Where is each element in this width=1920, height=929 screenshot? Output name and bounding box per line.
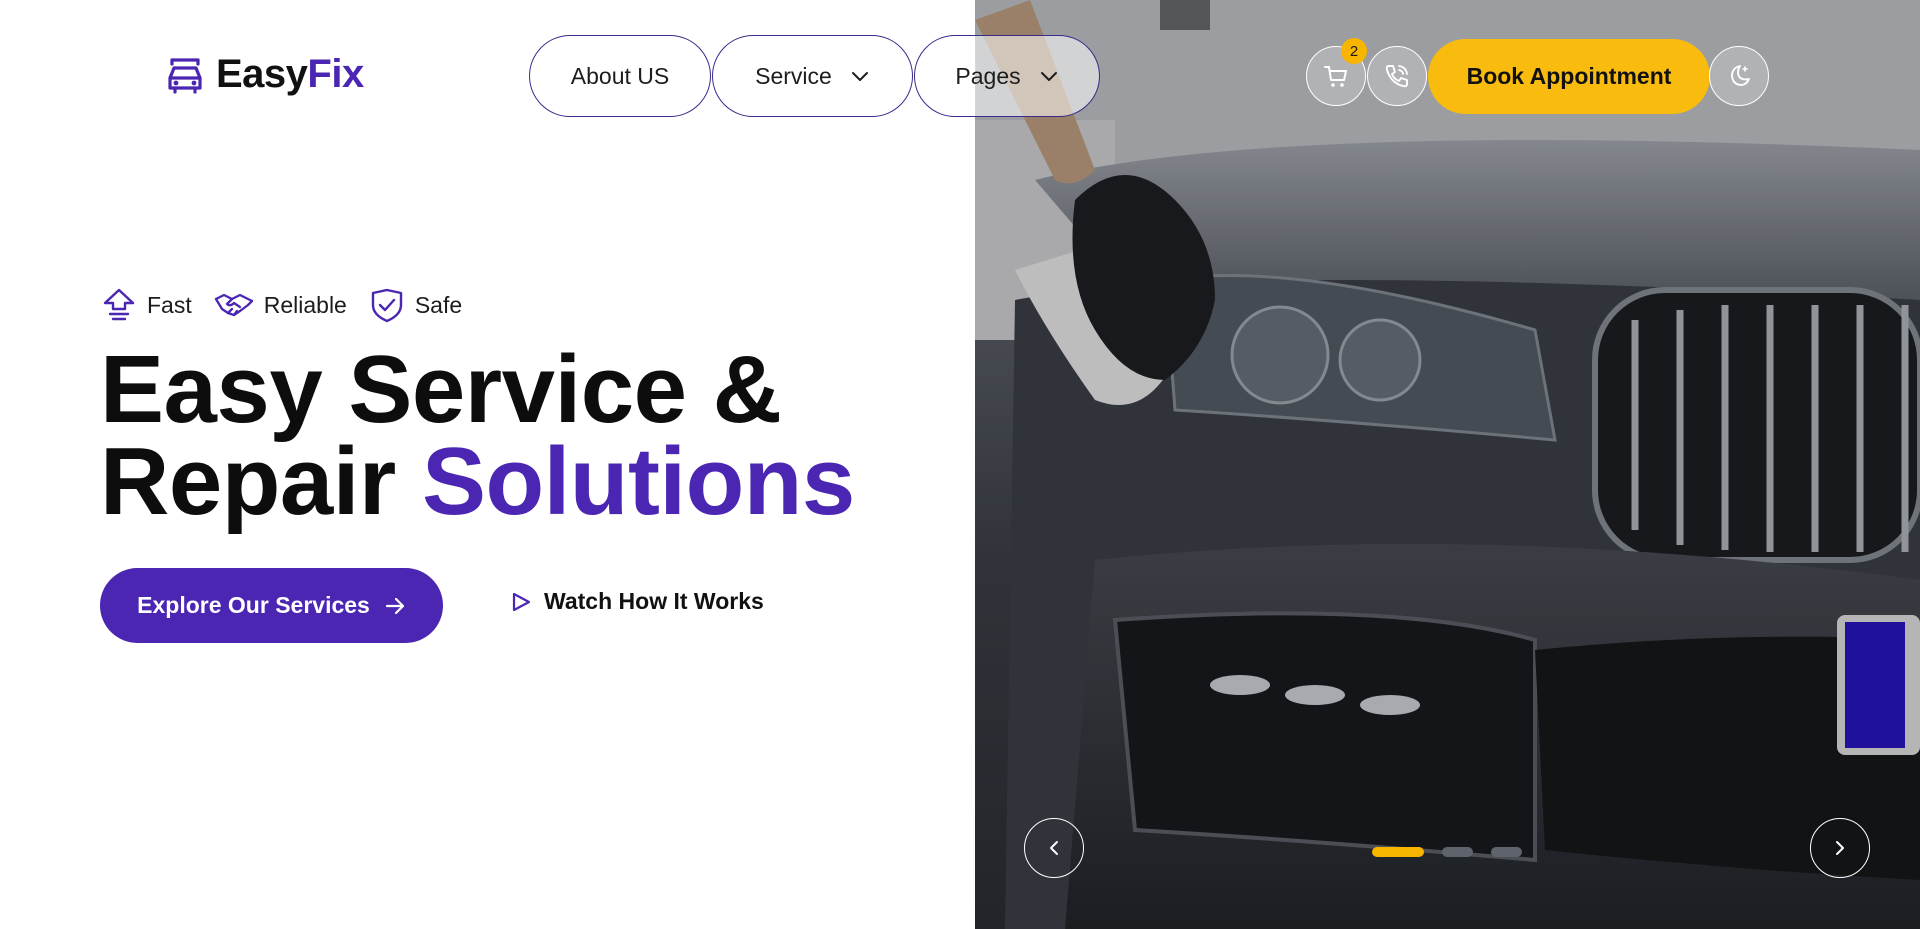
feature-list: Fast Reliable Safe: [101, 287, 462, 323]
slider-dots: [1372, 847, 1522, 857]
headline-line2-plain: Repair: [100, 428, 422, 535]
feature-fast-label: Fast: [147, 291, 192, 318]
moon-icon: [1731, 65, 1750, 86]
handshake-icon: [214, 293, 253, 317]
explore-services-label: Explore Our Services: [137, 592, 370, 618]
chevron-left-icon: [1050, 841, 1058, 855]
cart-icon: [1324, 66, 1347, 87]
chevron-down-icon: [851, 72, 868, 81]
nav-service-dropdown[interactable]: Service: [712, 35, 913, 117]
watch-how-it-works-label: Watch How It Works: [544, 588, 764, 614]
brand-name: EasyFix: [216, 52, 364, 96]
nav-pages-dropdown[interactable]: Pages: [914, 35, 1100, 117]
brand-logo[interactable]: EasyFix: [164, 52, 364, 97]
headline-line1: Easy Service &: [100, 336, 782, 443]
cart-count-badge: 2: [1341, 38, 1367, 64]
book-appointment-button[interactable]: Book Appointment: [1428, 39, 1710, 114]
hero-image: [975, 0, 1920, 929]
feature-reliable: Reliable: [214, 287, 347, 323]
image-overlay: [975, 0, 1920, 929]
nav-about-us-label: About US: [570, 62, 670, 89]
feature-reliable-label: Reliable: [263, 291, 347, 318]
headline-line2-accent: Solutions: [421, 428, 855, 535]
watch-how-it-works-link[interactable]: Watch How It Works: [510, 588, 764, 615]
feature-safe: Safe: [369, 287, 462, 323]
chevron-right-icon: [1836, 841, 1844, 855]
play-icon: [512, 592, 531, 611]
fast-upload-icon: [103, 288, 135, 321]
phone-button[interactable]: [1367, 46, 1427, 106]
slider-dot-3[interactable]: [1491, 847, 1522, 857]
chevron-down-icon: [1040, 72, 1057, 81]
shield-check-icon: [371, 288, 403, 323]
slider-dot-2[interactable]: [1442, 847, 1473, 857]
theme-toggle-button[interactable]: [1709, 46, 1769, 106]
phone-icon: [1385, 65, 1408, 88]
feature-fast: Fast: [101, 287, 192, 323]
nav-service-label: Service: [755, 62, 832, 89]
car-logo-icon: [168, 57, 202, 94]
arrow-right-icon: [385, 597, 404, 614]
explore-services-button[interactable]: Explore Our Services: [100, 568, 443, 643]
hero-headline: Easy Service & Repair Solutions: [100, 342, 855, 530]
nav-pages-label: Pages: [955, 62, 1021, 89]
slider-next-button[interactable]: [1810, 818, 1870, 878]
slider-prev-button[interactable]: [1024, 818, 1084, 878]
slider-dot-1[interactable]: [1372, 847, 1424, 857]
nav-about-us[interactable]: About US: [529, 35, 711, 117]
feature-safe-label: Safe: [414, 291, 463, 318]
